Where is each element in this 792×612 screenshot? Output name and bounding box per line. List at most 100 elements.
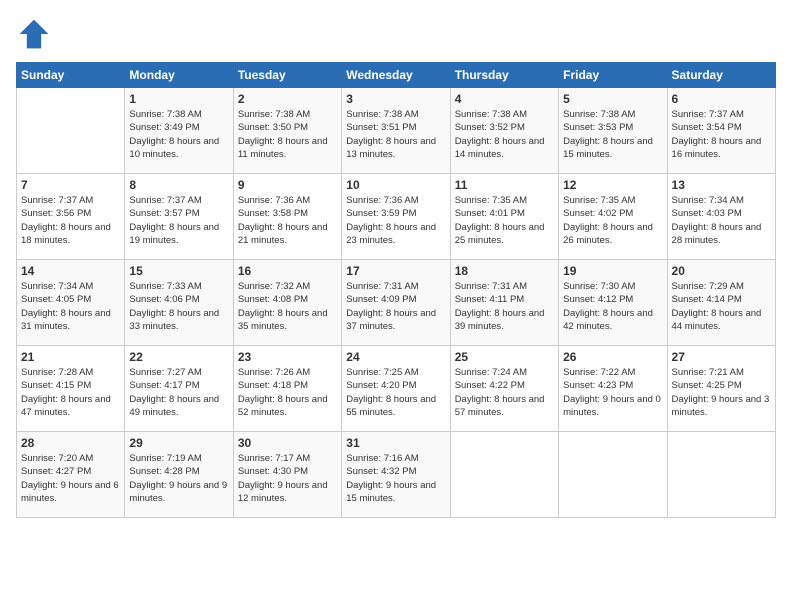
day-info: Sunrise: 7:38 AMSunset: 3:51 PMDaylight:… <box>346 108 445 161</box>
day-number: 31 <box>346 436 445 450</box>
day-number: 28 <box>21 436 120 450</box>
day-info: Sunrise: 7:36 AMSunset: 3:59 PMDaylight:… <box>346 194 445 247</box>
day-info: Sunrise: 7:37 AMSunset: 3:54 PMDaylight:… <box>672 108 771 161</box>
calendar-cell: 25 Sunrise: 7:24 AMSunset: 4:22 PMDayligh… <box>450 346 558 432</box>
day-info: Sunrise: 7:31 AMSunset: 4:09 PMDaylight:… <box>346 280 445 333</box>
day-number: 18 <box>455 264 554 278</box>
calendar-week-row: 1Sunrise: 7:38 AMSunset: 3:49 PMDaylight… <box>17 88 776 174</box>
day-info: Sunrise: 7:34 AMSunset: 4:03 PMDaylight:… <box>672 194 771 247</box>
calendar-cell: 7 Sunrise: 7:37 AMSunset: 3:56 PMDaylight… <box>17 174 125 260</box>
calendar-week-row: 21 Sunrise: 7:28 AMSunset: 4:15 PMDayligh… <box>17 346 776 432</box>
calendar-cell: 13 Sunrise: 7:34 AMSunset: 4:03 PMDayligh… <box>667 174 775 260</box>
day-info: Sunrise: 7:20 AMSunset: 4:27 PMDaylight:… <box>21 452 120 505</box>
day-number: 29 <box>129 436 228 450</box>
calendar-cell: 23 Sunrise: 7:26 AMSunset: 4:18 PMDayligh… <box>233 346 341 432</box>
day-info: Sunrise: 7:26 AMSunset: 4:18 PMDaylight:… <box>238 366 337 419</box>
day-number: 16 <box>238 264 337 278</box>
calendar-cell: 16 Sunrise: 7:32 AMSunset: 4:08 PMDayligh… <box>233 260 341 346</box>
calendar-cell <box>667 432 775 518</box>
calendar-cell <box>17 88 125 174</box>
day-info: Sunrise: 7:32 AMSunset: 4:08 PMDaylight:… <box>238 280 337 333</box>
day-info: Sunrise: 7:37 AMSunset: 3:56 PMDaylight:… <box>21 194 120 247</box>
day-number: 9 <box>238 178 337 192</box>
day-info: Sunrise: 7:38 AMSunset: 3:50 PMDaylight:… <box>238 108 337 161</box>
calendar-cell: 11 Sunrise: 7:35 AMSunset: 4:01 PMDayligh… <box>450 174 558 260</box>
calendar-week-row: 28 Sunrise: 7:20 AMSunset: 4:27 PMDayligh… <box>17 432 776 518</box>
calendar-week-row: 14 Sunrise: 7:34 AMSunset: 4:05 PMDayligh… <box>17 260 776 346</box>
day-number: 14 <box>21 264 120 278</box>
day-number: 19 <box>563 264 662 278</box>
day-number: 5 <box>563 92 662 106</box>
calendar-cell: 20Sunrise: 7:29 AMSunset: 4:14 PMDayligh… <box>667 260 775 346</box>
weekday-header-friday: Friday <box>559 63 667 88</box>
calendar-cell: 3 Sunrise: 7:38 AMSunset: 3:51 PMDaylight… <box>342 88 450 174</box>
calendar-cell: 22Sunrise: 7:27 AMSunset: 4:17 PMDayligh… <box>125 346 233 432</box>
day-info: Sunrise: 7:21 AMSunset: 4:25 PMDaylight:… <box>672 366 771 419</box>
calendar-cell: 10 Sunrise: 7:36 AMSunset: 3:59 PMDayligh… <box>342 174 450 260</box>
calendar-cell: 18 Sunrise: 7:31 AMSunset: 4:11 PMDayligh… <box>450 260 558 346</box>
day-info: Sunrise: 7:28 AMSunset: 4:15 PMDaylight:… <box>21 366 120 419</box>
calendar-week-row: 7 Sunrise: 7:37 AMSunset: 3:56 PMDaylight… <box>17 174 776 260</box>
day-info: Sunrise: 7:31 AMSunset: 4:11 PMDaylight:… <box>455 280 554 333</box>
day-info: Sunrise: 7:38 AMSunset: 3:49 PMDaylight:… <box>129 108 228 161</box>
day-number: 4 <box>455 92 554 106</box>
calendar-cell: 28 Sunrise: 7:20 AMSunset: 4:27 PMDayligh… <box>17 432 125 518</box>
logo <box>16 16 56 52</box>
day-number: 8 <box>129 178 228 192</box>
calendar-cell: 6 Sunrise: 7:37 AMSunset: 3:54 PMDaylight… <box>667 88 775 174</box>
calendar-cell: 8 Sunrise: 7:37 AMSunset: 3:57 PMDaylight… <box>125 174 233 260</box>
day-info: Sunrise: 7:35 AMSunset: 4:02 PMDaylight:… <box>563 194 662 247</box>
calendar-cell: 26 Sunrise: 7:22 AMSunset: 4:23 PMDayligh… <box>559 346 667 432</box>
calendar-cell: 27 Sunrise: 7:21 AMSunset: 4:25 PMDayligh… <box>667 346 775 432</box>
day-number: 30 <box>238 436 337 450</box>
calendar-cell: 15Sunrise: 7:33 AMSunset: 4:06 PMDayligh… <box>125 260 233 346</box>
day-number: 25 <box>455 350 554 364</box>
day-number: 26 <box>563 350 662 364</box>
calendar-cell: 17 Sunrise: 7:31 AMSunset: 4:09 PMDayligh… <box>342 260 450 346</box>
calendar-cell: 30 Sunrise: 7:17 AMSunset: 4:30 PMDayligh… <box>233 432 341 518</box>
calendar-cell: 24Sunrise: 7:25 AMSunset: 4:20 PMDayligh… <box>342 346 450 432</box>
day-number: 11 <box>455 178 554 192</box>
day-number: 3 <box>346 92 445 106</box>
calendar-cell: 5 Sunrise: 7:38 AMSunset: 3:53 PMDaylight… <box>559 88 667 174</box>
calendar-cell: 14 Sunrise: 7:34 AMSunset: 4:05 PMDayligh… <box>17 260 125 346</box>
day-number: 27 <box>672 350 771 364</box>
calendar-cell: 21 Sunrise: 7:28 AMSunset: 4:15 PMDayligh… <box>17 346 125 432</box>
calendar-cell: 12Sunrise: 7:35 AMSunset: 4:02 PMDayligh… <box>559 174 667 260</box>
day-number: 10 <box>346 178 445 192</box>
day-number: 23 <box>238 350 337 364</box>
day-number: 7 <box>21 178 120 192</box>
calendar-cell: 2Sunrise: 7:38 AMSunset: 3:50 PMDaylight… <box>233 88 341 174</box>
day-number: 21 <box>21 350 120 364</box>
day-info: Sunrise: 7:35 AMSunset: 4:01 PMDaylight:… <box>455 194 554 247</box>
weekday-header-wednesday: Wednesday <box>342 63 450 88</box>
day-info: Sunrise: 7:34 AMSunset: 4:05 PMDaylight:… <box>21 280 120 333</box>
day-info: Sunrise: 7:37 AMSunset: 3:57 PMDaylight:… <box>129 194 228 247</box>
calendar-cell <box>450 432 558 518</box>
day-info: Sunrise: 7:19 AMSunset: 4:28 PMDaylight:… <box>129 452 228 505</box>
day-info: Sunrise: 7:38 AMSunset: 3:53 PMDaylight:… <box>563 108 662 161</box>
calendar-cell <box>559 432 667 518</box>
day-info: Sunrise: 7:36 AMSunset: 3:58 PMDaylight:… <box>238 194 337 247</box>
weekday-header-saturday: Saturday <box>667 63 775 88</box>
calendar-cell: 4 Sunrise: 7:38 AMSunset: 3:52 PMDaylight… <box>450 88 558 174</box>
day-number: 17 <box>346 264 445 278</box>
day-info: Sunrise: 7:38 AMSunset: 3:52 PMDaylight:… <box>455 108 554 161</box>
calendar-cell: 29 Sunrise: 7:19 AMSunset: 4:28 PMDayligh… <box>125 432 233 518</box>
day-number: 20 <box>672 264 771 278</box>
calendar-table: SundayMondayTuesdayWednesdayThursdayFrid… <box>16 62 776 518</box>
day-info: Sunrise: 7:27 AMSunset: 4:17 PMDaylight:… <box>129 366 228 419</box>
day-info: Sunrise: 7:16 AMSunset: 4:32 PMDaylight:… <box>346 452 445 505</box>
day-info: Sunrise: 7:24 AMSunset: 4:22 PMDaylight:… <box>455 366 554 419</box>
day-number: 6 <box>672 92 771 106</box>
day-info: Sunrise: 7:25 AMSunset: 4:20 PMDaylight:… <box>346 366 445 419</box>
day-number: 13 <box>672 178 771 192</box>
day-info: Sunrise: 7:22 AMSunset: 4:23 PMDaylight:… <box>563 366 662 419</box>
calendar-cell: 19Sunrise: 7:30 AMSunset: 4:12 PMDayligh… <box>559 260 667 346</box>
calendar-cell: 1Sunrise: 7:38 AMSunset: 3:49 PMDaylight… <box>125 88 233 174</box>
weekday-header-thursday: Thursday <box>450 63 558 88</box>
day-info: Sunrise: 7:17 AMSunset: 4:30 PMDaylight:… <box>238 452 337 505</box>
calendar-cell: 9 Sunrise: 7:36 AMSunset: 3:58 PMDaylight… <box>233 174 341 260</box>
logo-icon <box>16 16 52 52</box>
header <box>16 16 776 52</box>
